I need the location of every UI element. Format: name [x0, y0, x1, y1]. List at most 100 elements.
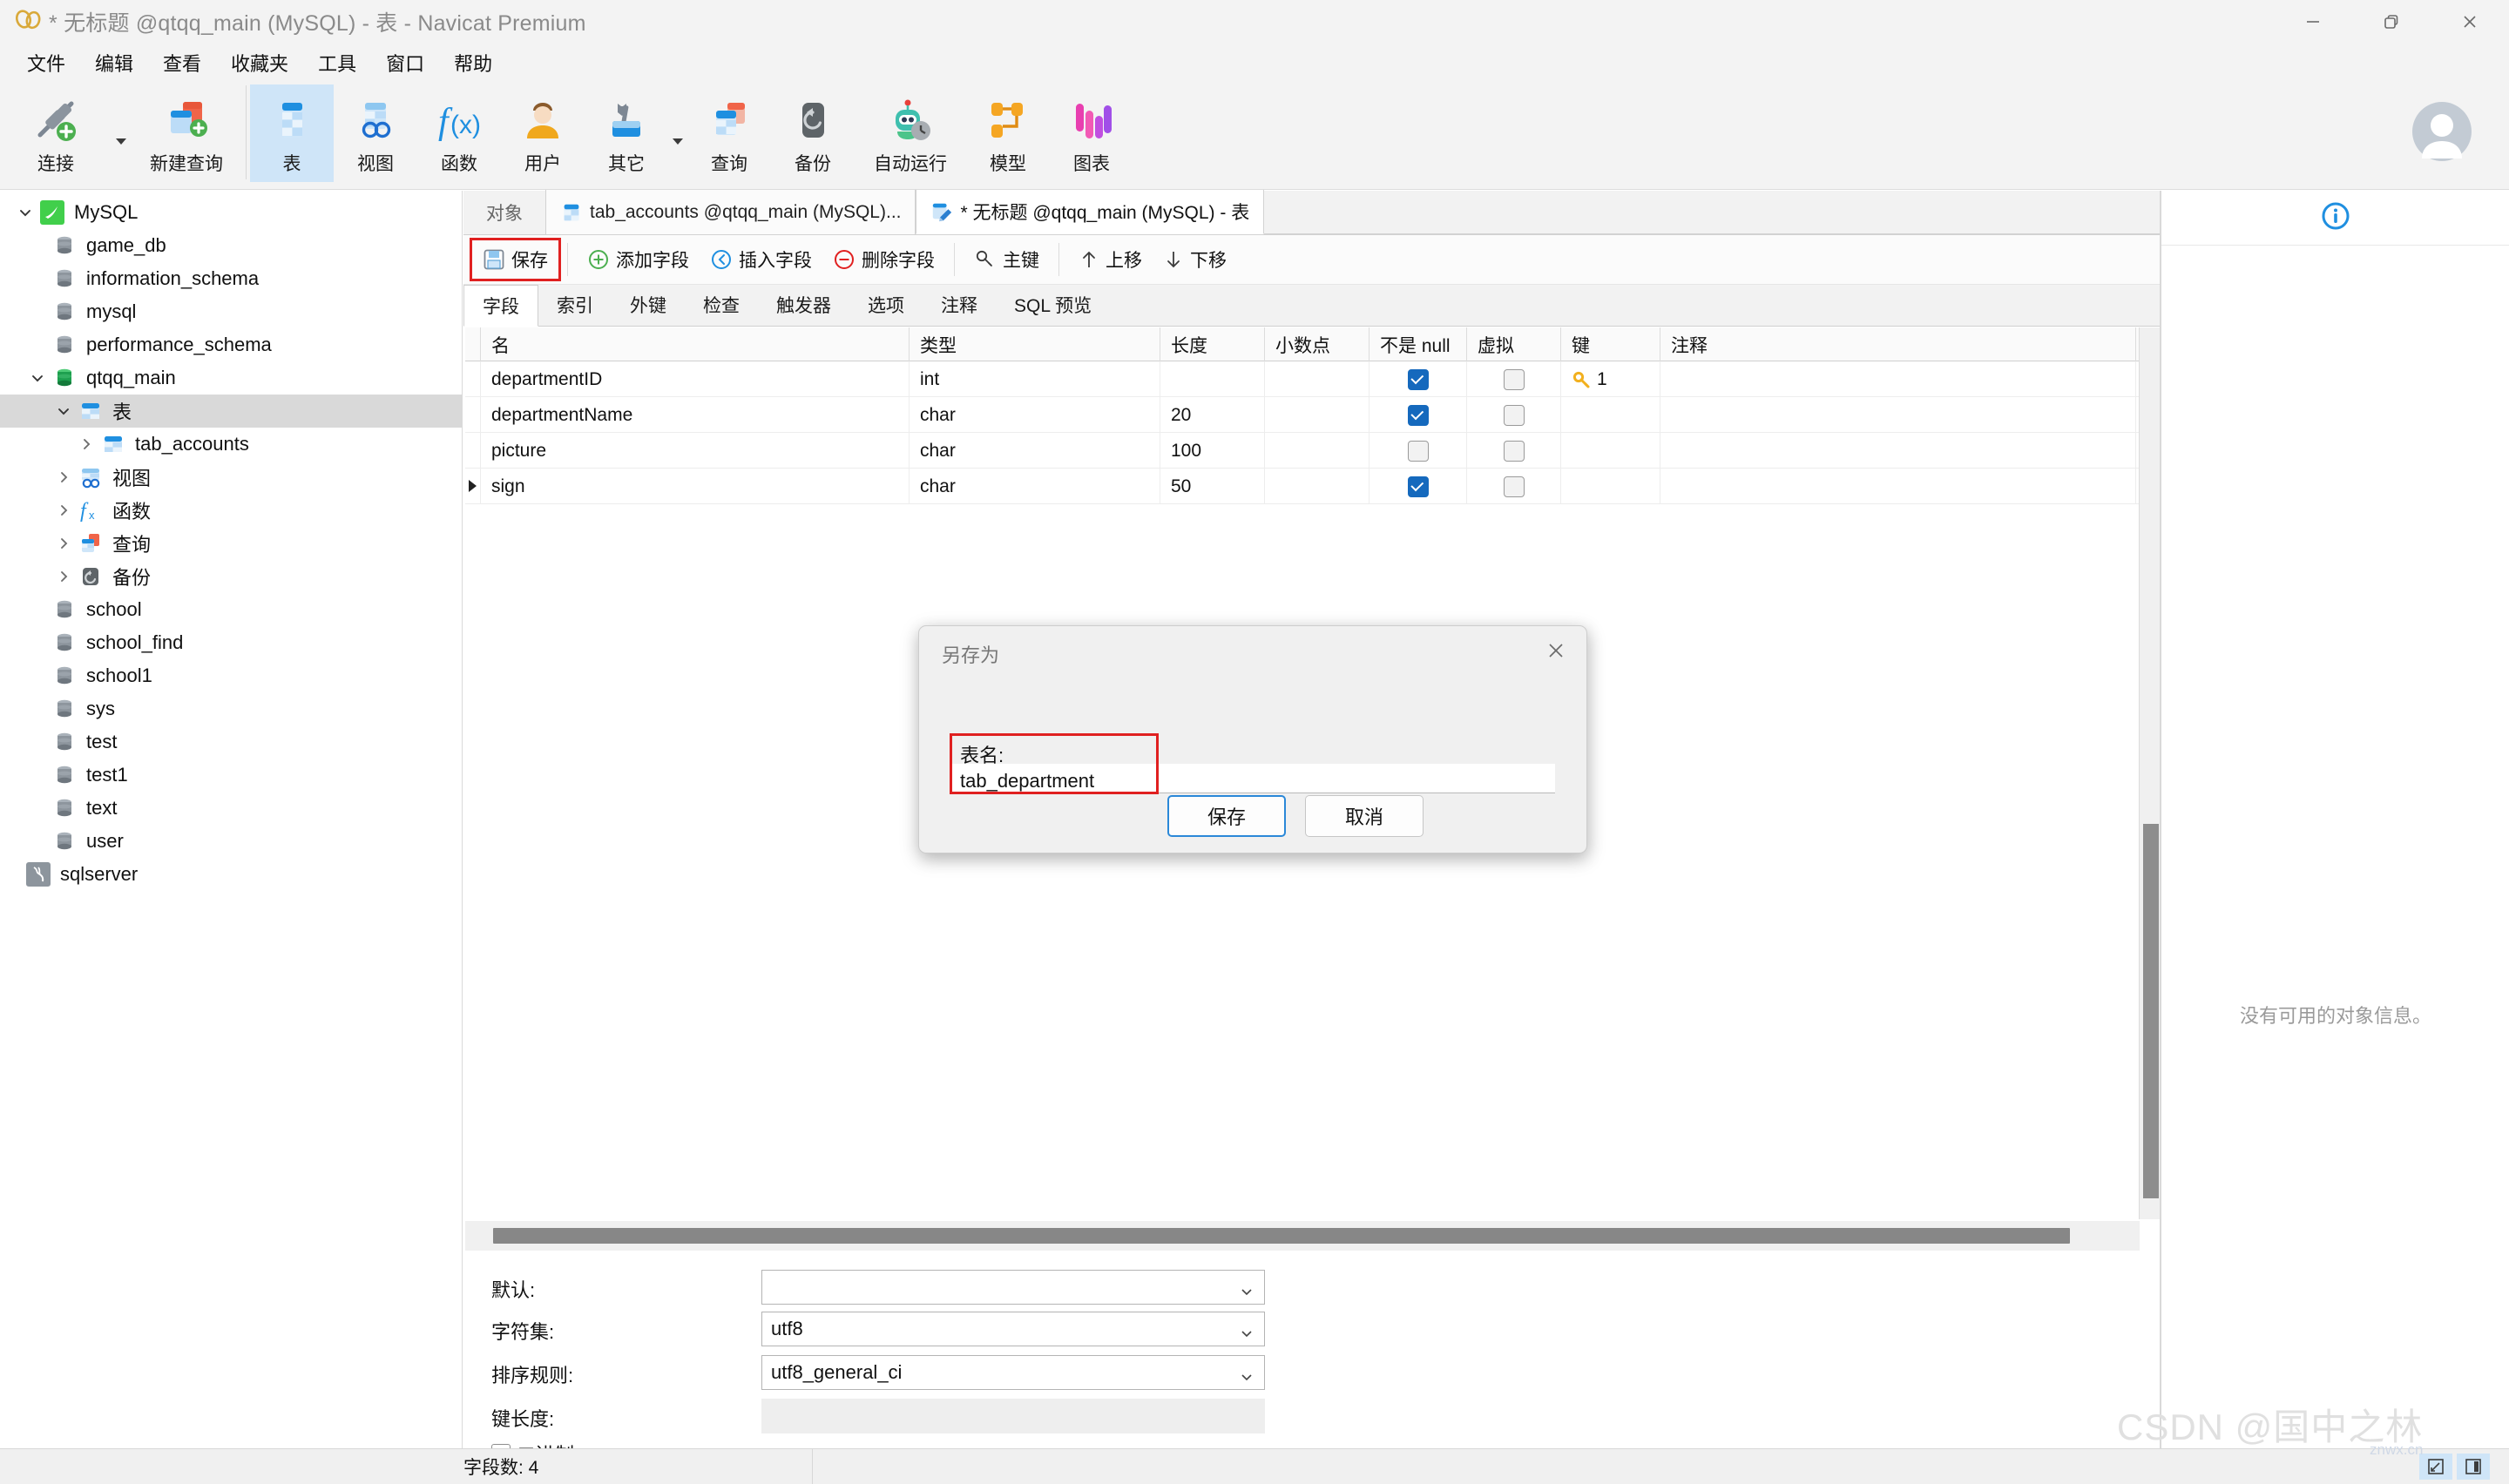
subtab-options[interactable]: 选项: [849, 284, 923, 326]
cell-name[interactable]: sign: [481, 469, 910, 504]
chevron-down-icon[interactable]: [1240, 1281, 1254, 1304]
chevron-down-icon[interactable]: [1240, 1366, 1254, 1389]
toolbar-button-chart[interactable]: 图表: [1050, 84, 1133, 182]
chevron-down-icon[interactable]: [51, 404, 77, 418]
delete-field-button[interactable]: 删除字段: [822, 240, 945, 279]
move-up-button[interactable]: 上移: [1068, 240, 1153, 279]
grid-view-icon[interactable]: [2419, 1454, 2452, 1480]
cell-virtual[interactable]: [1467, 361, 1561, 397]
chevron-right-icon[interactable]: [51, 503, 77, 517]
toolbar-button-model[interactable]: 模型: [966, 84, 1050, 182]
sidebar-item-tables-folder[interactable]: 表: [0, 395, 462, 428]
toolbar-button-connection[interactable]: 连接: [0, 84, 112, 182]
others-dropdown-caret-icon[interactable]: [668, 84, 687, 182]
subtab-fields[interactable]: 字段: [463, 285, 538, 327]
restore-icon[interactable]: [2352, 0, 2431, 44]
info-icon[interactable]: [2321, 201, 2350, 235]
object-tree-sidebar[interactable]: MySQL game_db information_schema mysql p…: [0, 191, 463, 1448]
menu-favorites[interactable]: 收藏夹: [216, 44, 303, 81]
charset-select[interactable]: utf8: [761, 1312, 1265, 1346]
sidebar-item-mysql-db[interactable]: mysql: [0, 295, 462, 328]
subtab-checks[interactable]: 检查: [685, 284, 758, 326]
sidebar-item-mysql[interactable]: MySQL: [0, 196, 462, 229]
sidebar-item-performance-schema[interactable]: performance_schema: [0, 328, 462, 361]
column-header-key[interactable]: 键: [1561, 327, 1660, 361]
cell-length[interactable]: 50: [1160, 469, 1265, 504]
chevron-right-icon[interactable]: [51, 570, 77, 583]
cell-key[interactable]: [1561, 397, 1660, 433]
sidebar-item-school-find[interactable]: school_find: [0, 626, 462, 659]
sidebar-item-tab-accounts[interactable]: tab_accounts: [0, 428, 462, 461]
connection-dropdown-caret-icon[interactable]: [112, 84, 131, 182]
sidebar-item-information-schema[interactable]: information_schema: [0, 262, 462, 295]
cell-key[interactable]: [1561, 433, 1660, 469]
cell-comment[interactable]: [1660, 397, 2136, 433]
toolbar-button-new-query[interactable]: 新建查询: [131, 84, 242, 182]
sidebar-item-school[interactable]: school: [0, 593, 462, 626]
chevron-right-icon[interactable]: [73, 437, 99, 451]
cell-decimals[interactable]: [1265, 397, 1369, 433]
cell-virtual[interactable]: [1467, 397, 1561, 433]
column-header-length[interactable]: 长度: [1160, 327, 1265, 361]
cell-decimals[interactable]: [1265, 433, 1369, 469]
table-row[interactable]: departmentName char 20: [465, 397, 2139, 433]
column-header-comment[interactable]: 注释: [1660, 327, 2136, 361]
cell-comment[interactable]: [1660, 433, 2136, 469]
sidebar-item-user[interactable]: user: [0, 825, 462, 858]
cell-not-null[interactable]: [1369, 361, 1467, 397]
save-button[interactable]: 保存: [470, 238, 561, 281]
chevron-right-icon[interactable]: [51, 536, 77, 550]
move-down-button[interactable]: 下移: [1153, 240, 1237, 279]
sidebar-item-functions-folder[interactable]: fx 函数: [0, 494, 462, 527]
sidebar-item-backups-folder[interactable]: 备份: [0, 560, 462, 593]
cell-key[interactable]: [1561, 469, 1660, 504]
column-header-virtual[interactable]: 虚拟: [1467, 327, 1561, 361]
cell-comment[interactable]: [1660, 361, 2136, 397]
grid-horizontal-scroll-thumb[interactable]: [493, 1228, 2070, 1244]
table-row[interactable]: sign char 50: [465, 469, 2139, 504]
sidebar-item-views-folder[interactable]: 视图: [0, 461, 462, 494]
not-null-checkbox[interactable]: [1407, 404, 1429, 426]
sidebar-item-sys[interactable]: sys: [0, 692, 462, 725]
toolbar-button-query[interactable]: 查询: [687, 84, 771, 182]
column-header-name[interactable]: 名: [481, 327, 910, 361]
table-row[interactable]: picture char 100: [465, 433, 2139, 469]
sidebar-item-sqlserver[interactable]: sqlserver: [0, 858, 462, 891]
cell-name[interactable]: departmentID: [481, 361, 910, 397]
subtab-indexes[interactable]: 索引: [538, 284, 612, 326]
cell-name[interactable]: picture: [481, 433, 910, 469]
column-header-not-null[interactable]: 不是 null: [1369, 327, 1467, 361]
tab-tab-accounts[interactable]: tab_accounts @qtqq_main (MySQL)...: [545, 190, 916, 234]
sidebar-item-text[interactable]: text: [0, 792, 462, 825]
toolbar-button-others[interactable]: 其它: [585, 84, 668, 182]
cell-not-null[interactable]: [1369, 433, 1467, 469]
chevron-down-icon[interactable]: [1240, 1323, 1254, 1346]
cell-virtual[interactable]: [1467, 469, 1561, 504]
virtual-checkbox[interactable]: [1503, 440, 1525, 462]
toolbar-button-view[interactable]: 视图: [334, 84, 417, 182]
cell-length[interactable]: 100: [1160, 433, 1265, 469]
virtual-checkbox[interactable]: [1503, 476, 1525, 497]
grid-horizontal-scrollbar[interactable]: [465, 1221, 2140, 1251]
close-icon[interactable]: [1536, 633, 1576, 668]
cell-decimals[interactable]: [1265, 361, 1369, 397]
sidebar-item-qtqq-main[interactable]: qtqq_main: [0, 361, 462, 395]
dialog-cancel-button[interactable]: 取消: [1305, 795, 1424, 837]
cell-key[interactable]: 1: [1561, 361, 1660, 397]
default-select[interactable]: [761, 1270, 1265, 1305]
tab-untitled-table[interactable]: * 无标题 @qtqq_main (MySQL) - 表: [916, 190, 1265, 234]
sidebar-item-queries-folder[interactable]: 查询: [0, 527, 462, 560]
cell-length[interactable]: [1160, 361, 1265, 397]
virtual-checkbox[interactable]: [1503, 368, 1525, 390]
insert-field-button[interactable]: 插入字段: [700, 240, 822, 279]
minimize-icon[interactable]: [2274, 0, 2352, 44]
sidebar-item-test1[interactable]: test1: [0, 759, 462, 792]
chevron-right-icon[interactable]: [51, 470, 77, 484]
cell-name[interactable]: departmentName: [481, 397, 910, 433]
subtab-comment[interactable]: 注释: [923, 284, 996, 326]
menu-edit[interactable]: 编辑: [80, 44, 148, 81]
cell-virtual[interactable]: [1467, 433, 1561, 469]
menu-view[interactable]: 查看: [148, 44, 216, 81]
not-null-checkbox[interactable]: [1407, 440, 1429, 462]
not-null-checkbox[interactable]: [1407, 476, 1429, 497]
